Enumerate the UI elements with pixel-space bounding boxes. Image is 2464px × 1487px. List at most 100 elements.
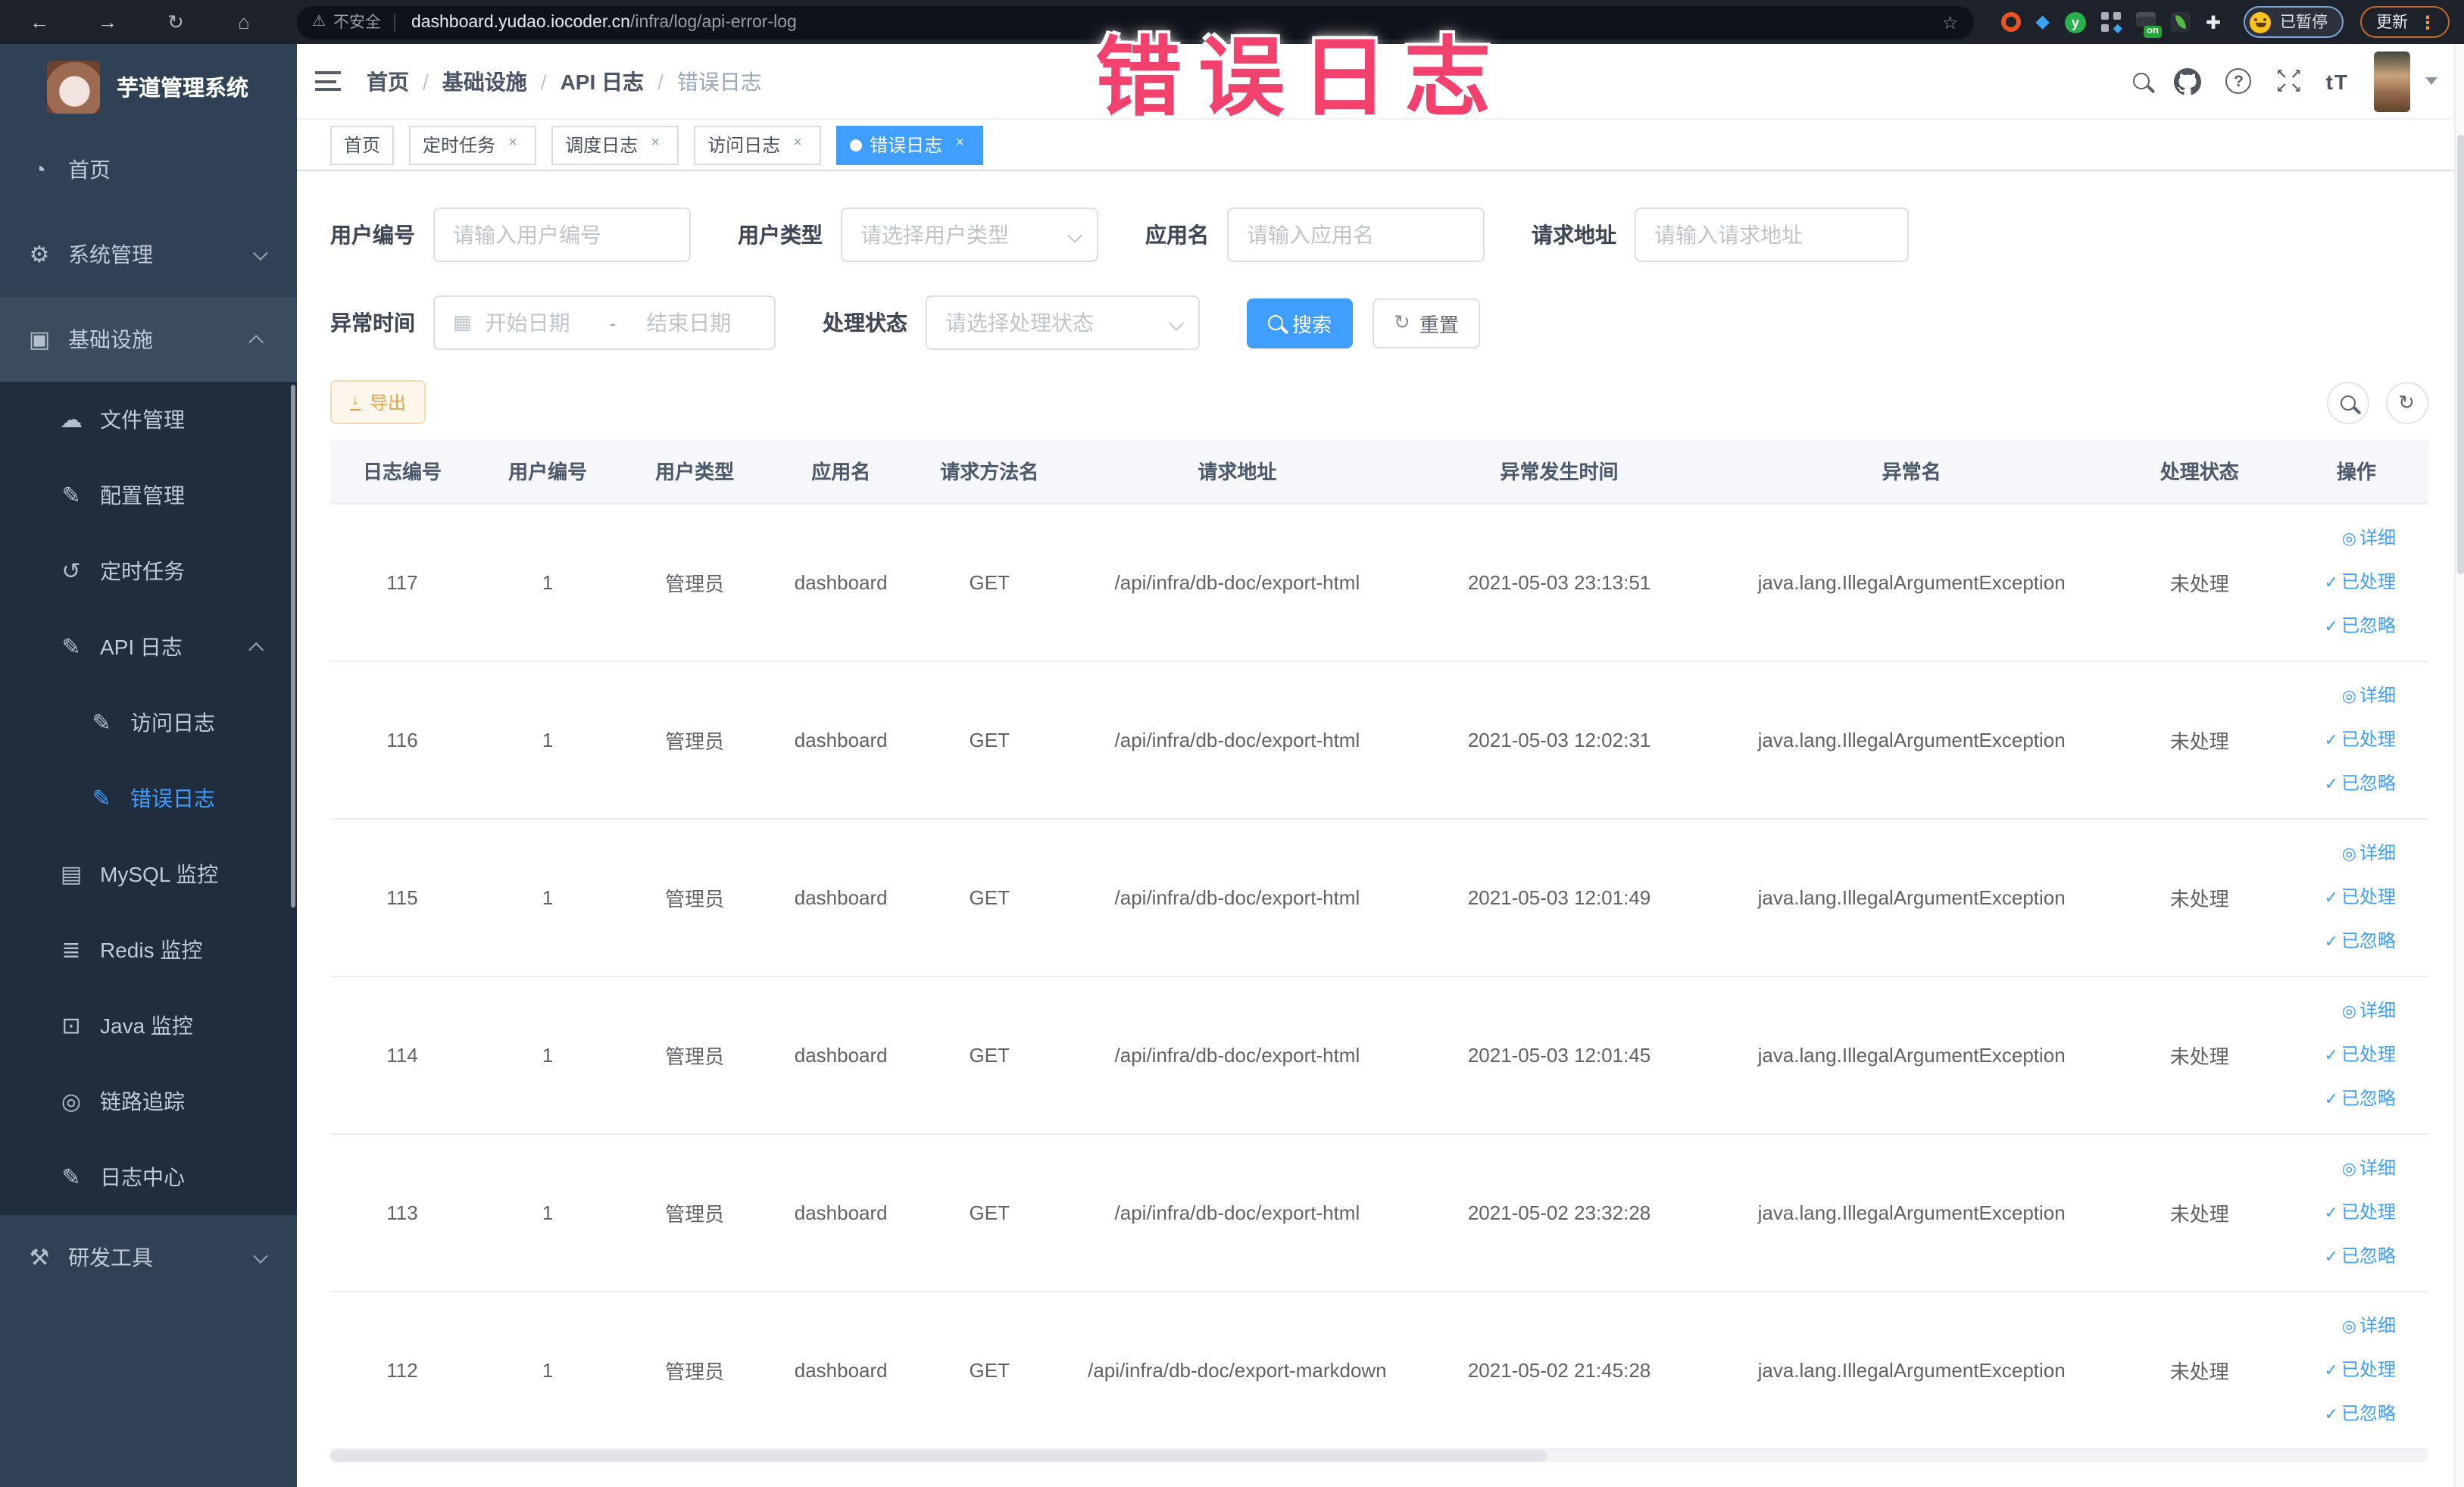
mark-ignored-link[interactable]: ✓ 已忽略 [2325,763,2396,804]
mark-processed-link[interactable]: ✓ 已处理 [2325,1349,2396,1390]
sidebar-item-java-monitor[interactable]: ⊡ Java 监控 [0,988,297,1064]
sidebar-item-mysql-monitor[interactable]: ▤ MySQL 监控 [0,836,297,912]
date-range-picker[interactable]: ▦ 开始日期 - 结束日期 [433,295,776,350]
page-scrollbar[interactable] [2453,44,2464,1487]
extension-orange-ring-icon[interactable] [2000,12,2021,32]
sidebar-item-tracing[interactable]: ◎ 链路追踪 [0,1064,297,1139]
mark-processed-link[interactable]: ✓ 已处理 [2325,561,2396,602]
github-icon[interactable] [2174,67,2202,95]
mark-ignored-link[interactable]: ✓ 已忽略 [2325,605,2396,646]
mark-processed-link[interactable]: ✓ 已处理 [2325,719,2396,760]
search-icon[interactable] [2133,73,2150,89]
mark-processed-link[interactable]: ✓ 已处理 [2325,876,2396,917]
row-actions: ◎ 详细 ✓ 已处理 ✓ 已忽略 [2291,675,2422,804]
user-id-input[interactable]: 请输入用户编号 [433,208,691,262]
app-name-input[interactable]: 请输入应用名 [1227,208,1485,262]
sidebar-item-api-log[interactable]: ✎ API 日志 [0,609,297,685]
mark-ignored-link[interactable]: ✓ 已忽略 [2325,920,2396,961]
user-menu-caret-icon[interactable] [2425,77,2437,85]
sidebar-item-scheduled-tasks[interactable]: ↺ 定时任务 [0,533,297,609]
cell-request-url: /api/infra/db-doc/export-markdown [1065,1291,1410,1449]
mark-processed-link[interactable]: ✓ 已处理 [2325,1034,2396,1075]
collapse-sidebar-icon[interactable] [315,71,341,91]
browser-back-icon[interactable]: ← [18,11,61,33]
detail-link[interactable]: ◎ 详细 [2342,1148,2396,1189]
table-toolbar: ↓ 导出 ↻ [330,380,2428,424]
tab-error-log[interactable]: 错误日志 × [836,125,984,164]
plant-leaf [2175,15,2186,29]
close-icon[interactable]: × [645,135,665,155]
sidebar-item-dev-tools[interactable]: ⚒ 研发工具 [0,1215,297,1300]
not-secure-label[interactable]: 不安全 [333,11,381,33]
help-icon[interactable]: ? [2225,68,2252,94]
extension-plant-icon[interactable] [2170,12,2191,32]
detail-link[interactable]: ◎ 详细 [2342,517,2396,558]
tab-schedule-log[interactable]: 调度日志 × [551,125,679,164]
request-url-input[interactable]: 请输入请求地址 [1635,208,1909,262]
sidebar-item-error-log[interactable]: ✎ 错误日志 [0,761,297,836]
filter-exception-time: 异常时间 ▦ 开始日期 - 结束日期 [330,295,776,350]
extensions-puzzle-icon[interactable]: ✚ [2206,11,2221,33]
page-scrollbar-thumb[interactable] [2456,135,2464,574]
refresh-table-button[interactable]: ↻ [2385,381,2428,423]
detail-link[interactable]: ◎ 详细 [2342,675,2396,716]
date-range-separator: - [609,311,617,334]
sidebar-item-redis-monitor[interactable]: ≣ Redis 监控 [0,912,297,988]
horizontal-scrollbar-thumb[interactable] [330,1449,1547,1461]
process-status-select[interactable]: 请选择处理状态 [926,295,1200,350]
browser-update-button[interactable]: 更新 ⋮ [2359,6,2449,38]
tab-scheduled-tasks[interactable]: 定时任务 × [409,125,537,164]
sidebar-item-infrastructure[interactable]: ▣ 基础设施 [0,297,297,382]
breadcrumb-infrastructure[interactable]: 基础设施 [442,66,527,96]
close-icon[interactable]: × [788,135,807,155]
font-size-icon[interactable]: tT [2326,69,2349,93]
browser-home-icon[interactable]: ⌂ [223,11,265,33]
tab-access-log[interactable]: 访问日志 × [694,125,822,164]
user-type-select[interactable]: 请选择用户类型 [841,208,1098,262]
sidebar-scrollbar-thumb[interactable] [291,385,295,908]
sidebar-item-file-management[interactable]: ☁ 文件管理 [0,382,297,458]
url-path[interactable]: /infra/log/api-error-log [630,13,797,31]
url-host[interactable]: dashboard.yudao.iocoder.cn [411,13,630,31]
browser-forward-icon[interactable]: → [86,11,129,33]
search-button[interactable]: 搜索 [1247,298,1354,348]
browser-reload-icon[interactable]: ↻ [155,10,197,34]
bookmark-star-icon[interactable]: ☆ [1942,11,1959,33]
sidebar-item-config-management[interactable]: ✎ 配置管理 [0,458,297,533]
extension-green-circle-icon[interactable]: y [2064,11,2086,33]
sidebar-item-home[interactable]: ◔ 首页 [0,127,297,212]
close-icon[interactable]: × [950,135,970,155]
tab-home[interactable]: 首页 [330,125,395,164]
cell-exception-name: java.lang.IllegalArgumentException [1709,818,2114,976]
horizontal-scrollbar[interactable] [330,1449,2428,1461]
breadcrumb-home[interactable]: 首页 [367,66,409,96]
sidebar-item-log-center[interactable]: ✎ 日志中心 [0,1139,297,1215]
not-secure-warning-icon[interactable]: ⚠ [312,14,326,30]
mark-ignored-link[interactable]: ✓ 已忽略 [2325,1236,2396,1276]
profile-paused-chip[interactable]: 已暂停 [2244,6,2343,38]
detail-link[interactable]: ◎ 详细 [2342,990,2396,1031]
export-button[interactable]: ↓ 导出 [330,380,426,424]
mark-ignored-link[interactable]: ✓ 已忽略 [2325,1393,2396,1434]
close-icon[interactable]: × [503,135,523,155]
fullscreen-icon[interactable]: ↖ ↗ ↙ ↘ [2276,67,2302,95]
user-avatar[interactable] [2373,51,2409,111]
mark-processed-link[interactable]: ✓ 已处理 [2325,1192,2396,1232]
toggle-search-button[interactable] [2326,381,2369,423]
reset-button[interactable]: ↻ 重置 [1373,298,1480,348]
extension-blue-gem-icon[interactable]: ◆ [2035,11,2049,32]
action-label: 详细 [2359,1314,2396,1335]
sidebar-item-access-log[interactable]: ✎ 访问日志 [0,685,297,761]
app-logo-row[interactable]: 芋道管理系统 [0,44,297,127]
sidebar-item-system-management[interactable]: ⚙ 系统管理 [0,212,297,297]
download-icon: ↓ [350,392,361,411]
extension-grid-icon[interactable]: ◆ [2100,12,2122,35]
mark-ignored-link[interactable]: ✓ 已忽略 [2325,1078,2396,1119]
detail-link[interactable]: ◎ 详细 [2342,1305,2396,1346]
breadcrumb-api-log[interactable]: API 日志 [561,66,644,96]
row-actions: ◎ 详细 ✓ 已处理 ✓ 已忽略 [2291,1305,2422,1434]
action-label: 已忽略 [2341,929,2396,951]
detail-link[interactable]: ◎ 详细 [2342,833,2396,873]
browser-menu-kebab-icon[interactable]: ⋮ [2419,11,2437,33]
extension-switch-icon[interactable]: on [2135,12,2162,38]
